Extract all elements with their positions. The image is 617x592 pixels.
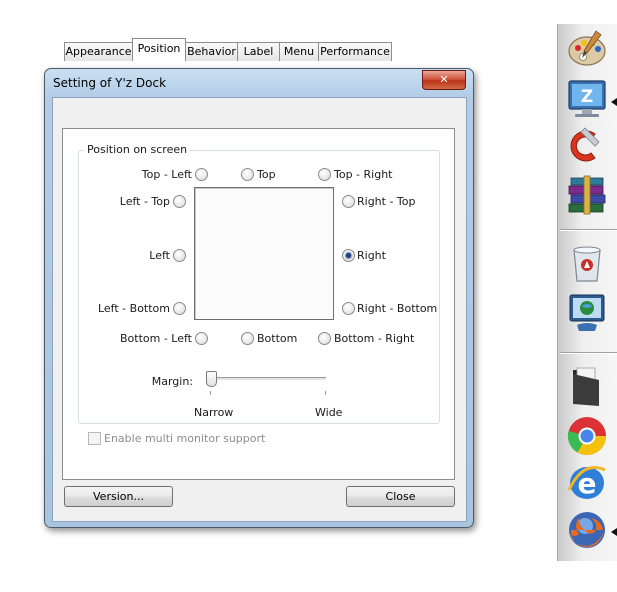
close-button[interactable]: Close [346,486,455,507]
tab-position[interactable]: Position [132,38,186,61]
multi-monitor-label: Enable multi monitor support [104,432,266,445]
slider-tick [210,391,211,395]
radio-bottom[interactable] [241,332,254,345]
running-indicator [611,98,617,106]
tab-label[interactable]: Label [237,42,280,61]
tab-label: Menu [283,45,315,58]
internet-explorer-icon[interactable]: e [564,460,610,504]
label-left-bottom: Left - Bottom [97,302,170,315]
radio-left-top[interactable] [173,195,186,208]
tab-label: Behavior [187,45,236,58]
running-indicator [611,528,617,536]
label-right-top: Right - Top [357,195,416,208]
radio-bottom-right[interactable] [318,332,331,345]
radio-top[interactable] [241,168,254,181]
margin-max-label: Wide [315,406,343,419]
tab-menu[interactable]: Menu [279,42,319,61]
radio-left[interactable] [173,249,186,262]
chrome-icon[interactable] [564,414,610,458]
label-top-left: Top - Left [141,168,192,181]
screen-preview [194,187,334,320]
label-right-bottom: Right - Bottom [357,302,438,315]
tab-label: Appearance [65,45,132,58]
documents-folder-icon[interactable] [564,364,610,408]
dock-separator [560,229,617,230]
network-monitor-icon[interactable] [564,291,610,335]
label-top-right: Top - Right [334,168,393,181]
window-title: Setting of Y'z Dock [53,76,167,90]
tab-label: Position [137,42,181,55]
slider-tick [325,391,326,395]
label-bottom: Bottom [257,332,298,345]
label-bottom-right: Bottom - Right [334,332,415,345]
label-left: Left [149,249,170,262]
tab-label: Performance [320,45,390,58]
label-bottom-left: Bottom - Left [119,332,192,345]
version-button[interactable]: Version... [64,486,173,507]
radio-top-right[interactable] [318,168,331,181]
winrar-books-icon[interactable] [564,174,610,218]
recycle-bin-icon[interactable] [564,241,610,285]
tab-appearance[interactable]: Appearance [64,42,133,61]
multi-monitor-checkbox[interactable] [88,432,101,445]
window-close-button[interactable]: ✕ [422,70,466,90]
tab-performance[interactable]: Performance [318,42,392,61]
paint-palette-icon[interactable] [564,27,610,71]
radio-right[interactable] [342,249,355,262]
label-top: Top [257,168,276,181]
dock-separator [560,352,617,353]
label-left-top: Left - Top [119,195,170,208]
ccleaner-icon[interactable] [564,124,610,168]
margin-min-label: Narrow [194,406,234,419]
tab-label-text: Label [243,45,274,58]
title-bar[interactable]: Setting of Y'z Dock ✕ [45,69,473,97]
label-right: Right [357,249,386,262]
close-icon: ✕ [439,73,449,86]
firefox-icon[interactable] [564,508,610,552]
radio-top-left[interactable] [195,168,208,181]
radio-left-bottom[interactable] [173,302,186,315]
radio-right-bottom[interactable] [342,302,355,315]
svg-text:Z: Z [581,87,593,107]
tab-behavior[interactable]: Behavior [185,42,238,61]
radio-right-top[interactable] [342,195,355,208]
radio-bottom-left[interactable] [195,332,208,345]
margin-label: Margin: [151,375,193,388]
groupbox-title: Position on screen [84,143,191,156]
margin-slider-track[interactable] [207,377,326,381]
yz-dock-monitor-icon[interactable]: Z [564,77,610,121]
margin-slider-thumb[interactable] [206,371,217,387]
